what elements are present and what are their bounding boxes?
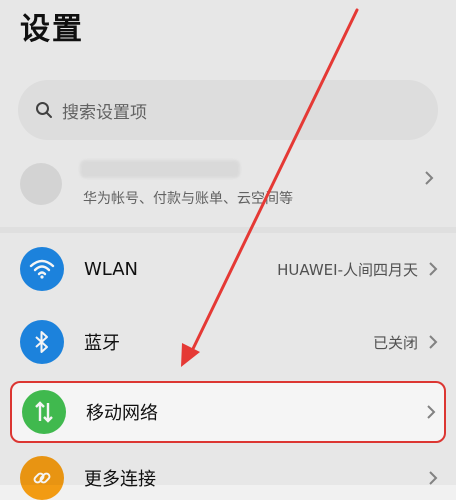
- chevron-right-icon: [424, 404, 438, 420]
- settings-item-value: 已关闭: [372, 333, 418, 352]
- search-bar[interactable]: 搜索设置项: [18, 80, 438, 140]
- chevron-right-icon: [426, 470, 440, 486]
- settings-item-label: 移动网络: [86, 403, 158, 424]
- chevron-right-icon: [426, 261, 440, 277]
- section-divider: [0, 227, 456, 233]
- settings-item-label: 更多连接: [84, 469, 156, 490]
- page-title: 设置: [20, 12, 84, 47]
- settings-item-more-connections[interactable]: 更多连接: [10, 456, 446, 500]
- link-icon: [20, 456, 64, 500]
- wifi-icon: [20, 247, 64, 291]
- mobile-data-icon: [22, 390, 66, 434]
- chevron-right-icon: [422, 170, 436, 186]
- chevron-right-icon: [426, 334, 440, 350]
- account-description: 华为帐号、付款与账单、云空间等: [83, 191, 293, 207]
- settings-item-mobile-network[interactable]: 移动网络: [10, 381, 446, 443]
- search-icon: [34, 100, 54, 120]
- account-name-blurred: [80, 160, 240, 178]
- settings-item-bluetooth[interactable]: 蓝牙 已关闭: [10, 316, 446, 368]
- settings-item-wlan[interactable]: WLAN HUAWEI-人间四月天: [10, 243, 446, 295]
- bluetooth-icon: [20, 320, 64, 364]
- search-placeholder: 搜索设置项: [62, 102, 147, 123]
- account-row[interactable]: 华为帐号、付款与账单、云空间等: [10, 152, 446, 216]
- settings-item-label: 蓝牙: [84, 333, 120, 354]
- avatar: [20, 163, 62, 205]
- settings-item-value: HUAWEI-人间四月天: [277, 260, 418, 279]
- settings-item-label: WLAN: [84, 258, 139, 280]
